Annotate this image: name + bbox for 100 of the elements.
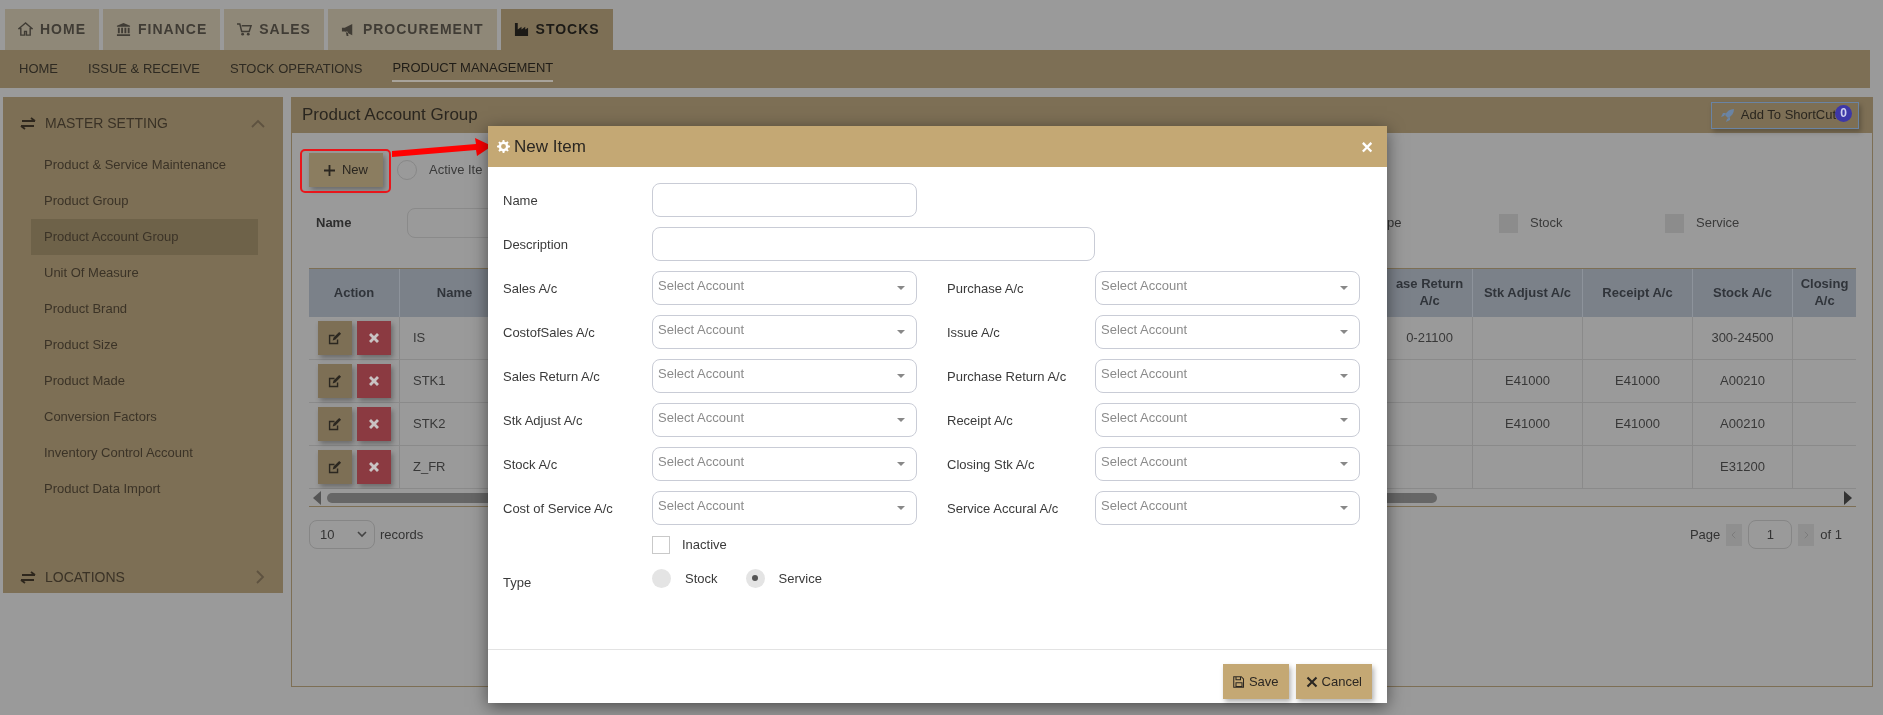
sidebar-section-title[interactable]: MASTER SETTING <box>45 112 251 134</box>
table-cell: E41000 <box>1583 403 1693 446</box>
sidebar-item[interactable]: Product & Service Maintenance <box>31 147 258 183</box>
column-header[interactable]: Closing A/c <box>1793 269 1856 317</box>
account-select[interactable]: Select Account <box>1095 359 1360 393</box>
close-button[interactable]: × <box>1361 136 1373 157</box>
panel-title: Product Account Group <box>302 104 478 127</box>
count-badge: 0 <box>1835 104 1852 122</box>
text-field[interactable] <box>652 183 917 217</box>
page-number-field[interactable]: 1 <box>1748 520 1793 549</box>
table-cell: 300-24500 <box>1693 317 1793 360</box>
nav-tab[interactable]: SALES <box>224 9 324 50</box>
delete-button[interactable] <box>356 450 391 484</box>
sidebar-item[interactable]: Inventory Control Account <box>31 435 258 471</box>
account-select[interactable]: Select Account <box>1095 403 1360 437</box>
dialog-title: New Item <box>514 135 587 158</box>
cart-icon <box>237 22 253 37</box>
field-label: Name <box>503 192 539 210</box>
table-cell: E41000 <box>1473 360 1583 403</box>
page-label: Page <box>1689 525 1721 544</box>
nav-tab[interactable]: STOCKS <box>500 9 613 50</box>
account-select[interactable]: Select Account <box>1095 491 1360 525</box>
table-cell: A00210 <box>1693 403 1793 446</box>
radio-label: Service <box>778 569 822 588</box>
account-select[interactable]: Select Account <box>1095 447 1360 481</box>
close-icon <box>1305 675 1318 688</box>
edit-button[interactable] <box>317 321 352 355</box>
swap-arrows-icon <box>20 115 36 131</box>
close-icon <box>367 418 380 430</box>
delete-button[interactable] <box>356 364 391 398</box>
column-header[interactable]: Receipt A/c <box>1583 269 1693 317</box>
radio-button[interactable] <box>745 568 765 588</box>
checkbox-label: Stock <box>1530 214 1563 233</box>
column-header[interactable]: ase Return A/c <box>1387 269 1473 317</box>
checkbox[interactable] <box>652 535 670 554</box>
close-icon <box>367 461 380 473</box>
cancel-button[interactable]: Cancel <box>1295 664 1372 699</box>
close-icon <box>367 375 380 387</box>
column-header[interactable]: Stock A/c <box>1693 269 1793 317</box>
column-header[interactable]: Action <box>309 269 400 317</box>
account-select[interactable]: Select Account <box>652 447 917 481</box>
close-icon <box>367 332 380 344</box>
field-label: Description <box>503 236 570 254</box>
account-select[interactable]: Select Account <box>1095 315 1360 349</box>
sidebar-item[interactable]: Conversion Factors <box>31 399 258 435</box>
edit-icon <box>327 416 342 432</box>
account-select[interactable]: Select Account <box>652 315 917 349</box>
records-label: records <box>380 525 424 544</box>
house-icon <box>18 22 33 37</box>
filter-label: Name <box>315 214 353 233</box>
nav-tab[interactable]: FINANCE <box>103 9 221 50</box>
checkbox-label: Service <box>1696 214 1740 233</box>
edit-icon <box>327 373 342 389</box>
field-label: Closing Stk A/c <box>947 456 1036 474</box>
text-field[interactable] <box>652 227 1095 261</box>
account-select[interactable]: Select Account <box>652 403 917 437</box>
scroll-right-icon[interactable] <box>1844 490 1852 505</box>
table-cell: E41000 <box>1473 403 1583 446</box>
sub-nav-link[interactable]: ISSUE & RECEIVE <box>88 57 200 81</box>
radio-button[interactable] <box>652 568 671 588</box>
sidebar-item[interactable]: Product Data Import <box>31 471 258 507</box>
account-select[interactable]: Select Account <box>652 359 917 393</box>
account-select[interactable]: Select Account <box>652 271 917 305</box>
account-select[interactable]: Select Account <box>1095 271 1360 305</box>
table-cell: E41000 <box>1583 360 1693 403</box>
column-header[interactable]: Stk Adjust A/c <box>1473 269 1583 317</box>
sub-nav-link[interactable]: HOME <box>19 57 58 81</box>
page-size-select[interactable]: 10 <box>309 520 375 549</box>
sidebar-item[interactable]: Unit Of Measure <box>31 255 258 291</box>
account-select[interactable]: Select Account <box>652 491 917 525</box>
table-cell: A00210 <box>1693 360 1793 403</box>
add-to-shortcut-button[interactable]: Add To ShortCut 0 <box>1710 101 1859 129</box>
factory-icon <box>513 22 529 37</box>
new-button[interactable]: New <box>309 153 383 187</box>
sidebar-item[interactable]: Product Size <box>31 327 258 363</box>
edit-button[interactable] <box>317 407 352 441</box>
sidebar-item[interactable]: Product Brand <box>31 291 258 327</box>
plus-icon <box>324 164 335 176</box>
scroll-left-icon[interactable] <box>313 490 321 505</box>
edit-button[interactable] <box>317 450 352 484</box>
sub-nav-link[interactable]: PRODUCT MANAGEMENT <box>392 56 554 82</box>
swap-arrows-icon <box>20 569 36 585</box>
field-label: Type <box>503 573 533 592</box>
bank-icon <box>116 22 131 37</box>
chevron-down-icon <box>357 531 367 538</box>
table-cell: E31200 <box>1693 446 1793 489</box>
nav-tab[interactable]: PROCUREMENT <box>327 9 497 50</box>
delete-button[interactable] <box>356 321 391 355</box>
save-button[interactable]: Save <box>1222 664 1289 699</box>
delete-button[interactable] <box>356 407 391 441</box>
nav-tab[interactable]: HOME <box>5 9 99 50</box>
sidebar-item[interactable]: Product Made <box>31 363 258 399</box>
sub-nav-link[interactable]: STOCK OPERATIONS <box>230 57 363 81</box>
field-label: Receipt A/c <box>947 412 1014 430</box>
field-label: Purchase A/c <box>947 280 1025 298</box>
edit-icon <box>327 459 342 475</box>
edit-button[interactable] <box>317 364 352 398</box>
toggle-label: Active Ite <box>429 161 483 180</box>
sidebar-item[interactable]: Product Group <box>31 183 258 219</box>
sidebar-section-title[interactable]: LOCATIONS <box>45 566 256 588</box>
